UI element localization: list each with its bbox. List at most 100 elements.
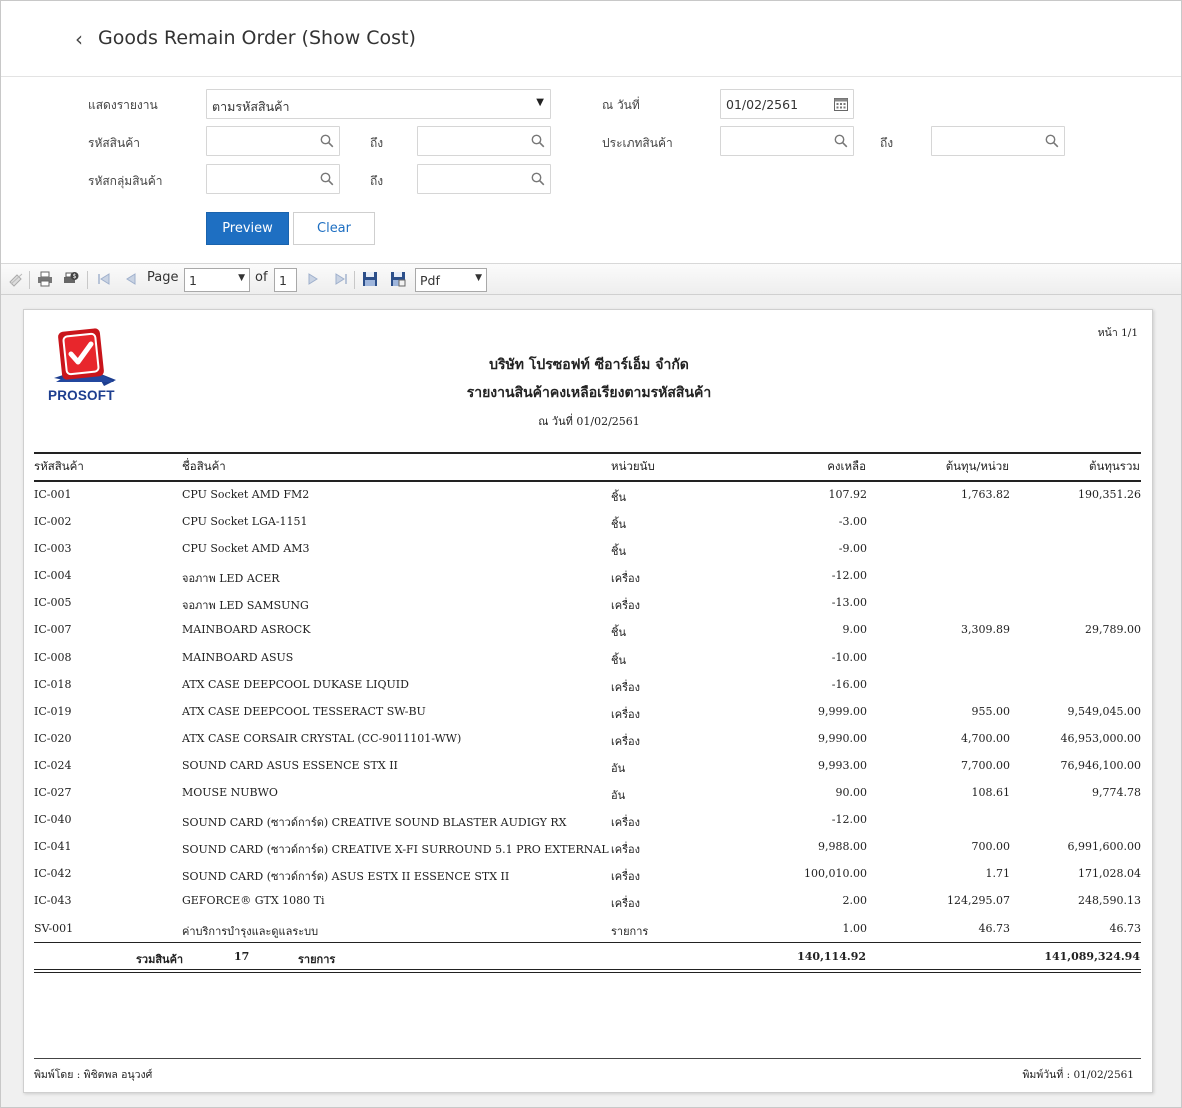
summary-count: 17: [234, 950, 250, 963]
export-format-select[interactable]: Pdf ▼: [415, 268, 487, 292]
cell-code: IC-040: [34, 813, 72, 827]
report-rows: IC-001 CPU Socket AMD FM2 ชิ้น 107.92 1,763.…: [34, 482, 1141, 943]
next-page-icon[interactable]: [305, 271, 321, 287]
print-layout-icon[interactable]: $: [63, 271, 79, 287]
cell-name: SOUND CARD ASUS ESSENCE STX II: [182, 758, 398, 772]
cell-code: IC-008: [34, 650, 72, 664]
table-row: IC-020 ATX CASE CORSAIR CRYSTAL (CC-90111…: [34, 726, 1141, 753]
cell-unit: เครื่อง: [611, 816, 641, 830]
cell-name: GEFORCE® GTX 1080 Ti: [182, 894, 325, 908]
cell-code: IC-041: [34, 840, 72, 854]
col-header-name: ชื่อสินค้า: [182, 459, 226, 473]
clear-button[interactable]: Clear: [293, 212, 375, 245]
printed-date: พิมพ์วันที่ : 01/02/2561: [1022, 1069, 1135, 1081]
cell-remain: 9.00: [842, 623, 868, 637]
search-icon[interactable]: [320, 134, 334, 148]
summary-rule-bottom-1: [34, 969, 1141, 970]
cell-remain: 9,990.00: [818, 731, 867, 745]
search-icon[interactable]: [531, 134, 545, 148]
cell-code: IC-007: [34, 623, 72, 637]
header-rule-top: [34, 452, 1141, 454]
cell-unit-cost: 3,309.89: [961, 623, 1010, 637]
cell-total-cost: 190,351.26: [1078, 488, 1141, 501]
previous-page-icon[interactable]: [123, 271, 139, 287]
caret-down-icon: ▼: [475, 273, 482, 283]
cell-code: IC-027: [34, 786, 72, 800]
product-group-from-input[interactable]: [206, 164, 340, 194]
cell-total-cost: 29,789.00: [1085, 623, 1141, 637]
page-number-select[interactable]: 1 ▼: [184, 268, 250, 292]
product-code-to-label: ถึง: [370, 136, 384, 150]
cell-code: SV-001: [34, 921, 74, 935]
last-page-icon[interactable]: [333, 271, 349, 287]
page-title: Goods Remain Order (Show Cost): [98, 27, 416, 49]
cell-code: IC-020: [34, 731, 72, 745]
cell-name: SOUND CARD (ซาวด์การ์ด) CREATIVE SOUND B…: [182, 816, 567, 830]
save-icon[interactable]: [362, 271, 378, 287]
first-page-icon[interactable]: [96, 271, 112, 287]
table-row: IC-041 SOUND CARD (ซาวด์การ์ด) CREATIVE X…: [34, 834, 1141, 861]
search-icon[interactable]: [834, 134, 848, 148]
export-icon[interactable]: [390, 271, 406, 287]
cell-remain: -10.00: [831, 650, 867, 664]
cell-unit-cost: 1.71: [985, 867, 1011, 881]
toolbar-separator: [354, 271, 355, 289]
cell-unit: เครื่อง: [611, 897, 641, 911]
cell-name: จอภาพ LED ACER: [182, 572, 280, 586]
as-of-date-field[interactable]: 01/02/2561: [720, 89, 854, 119]
chevron-left-icon[interactable]: ‹: [75, 27, 83, 51]
as-of-date-label: ณ วันที่: [602, 98, 640, 112]
cell-unit: อัน: [611, 761, 626, 775]
product-group-to-input[interactable]: [417, 164, 551, 194]
cell-total-cost: 76,946,100.00: [1060, 758, 1141, 772]
cell-unit-cost: 4,700.00: [961, 731, 1010, 745]
product-type-from-input[interactable]: [720, 126, 854, 156]
cell-name: ค่าบริการบำรุงและดูแลระบบ: [182, 924, 319, 938]
cell-total-cost: 171,028.04: [1078, 867, 1141, 881]
cell-remain: 100,010.00: [804, 867, 867, 881]
cell-name: CPU Socket AMD AM3: [182, 542, 310, 556]
cell-unit-cost: 955.00: [971, 704, 1011, 718]
search-icon[interactable]: [531, 172, 545, 186]
cell-remain: -12.00: [831, 569, 867, 583]
product-code-from-input[interactable]: [206, 126, 340, 156]
product-code-to-input[interactable]: [417, 126, 551, 156]
cell-remain: 107.92: [828, 488, 868, 501]
report-viewer[interactable]: PROSOFT หน้า 1/1 บริษัท โปรซอฟท์ ซีอาร์เ…: [1, 295, 1181, 1107]
cell-name: จอภาพ LED SAMSUNG: [182, 599, 309, 613]
table-row: IC-001 CPU Socket AMD FM2 ชิ้น 107.92 1,763.…: [34, 482, 1141, 509]
table-row: IC-027 MOUSE NUBWO อัน 90.00 108.61 9,774.78: [34, 780, 1141, 807]
table-row: IC-003 CPU Socket AMD AM3 ชิ้น -9.00: [34, 536, 1141, 563]
product-group-to-label: ถึง: [370, 174, 384, 188]
company-name: บริษัท โปรซอฟท์ ซีอาร์เอ็ม จำกัด: [489, 357, 689, 373]
total-pages-value: 1: [279, 273, 287, 288]
cell-total-cost: 46.73: [1109, 921, 1142, 935]
cell-name: SOUND CARD (ซาวด์การ์ด) ASUS ESTX II ESS…: [182, 870, 510, 884]
caret-down-icon: ▼: [238, 273, 245, 283]
toolbar-separator: [87, 271, 88, 289]
cell-remain: -12.00: [831, 813, 867, 827]
product-type-to-input[interactable]: [931, 126, 1065, 156]
cell-unit: เครื่อง: [611, 680, 641, 694]
parameters-icon[interactable]: [8, 271, 24, 287]
search-icon[interactable]: [320, 172, 334, 186]
cell-code: IC-003: [34, 542, 72, 556]
cell-unit: ชิ้น: [611, 518, 626, 532]
print-icon[interactable]: [37, 271, 53, 287]
cell-unit-cost: 124,295.07: [947, 894, 1010, 908]
show-report-select[interactable]: ตามรหัสสินค้า ▼: [206, 89, 551, 119]
cell-unit-cost: 108.61: [971, 786, 1011, 800]
cell-unit: เครื่อง: [611, 572, 641, 586]
cell-remain: 2.00: [842, 894, 868, 908]
report-page: PROSOFT หน้า 1/1 บริษัท โปรซอฟท์ ซีอาร์เ…: [23, 309, 1153, 1093]
cell-remain: 9,999.00: [818, 704, 867, 718]
search-icon[interactable]: [1045, 134, 1059, 148]
cell-total-cost: 9,549,045.00: [1067, 704, 1141, 718]
table-row: IC-004 จอภาพ LED ACER เครื่อง -12.00: [34, 563, 1141, 590]
calendar-icon[interactable]: [833, 96, 849, 112]
preview-button[interactable]: Preview: [206, 212, 289, 245]
cell-unit: ชิ้น: [611, 491, 626, 504]
report-toolbar: $ Page 1 ▼ of 1 Pdf ▼: [1, 263, 1181, 295]
cell-code: IC-043: [34, 894, 72, 908]
summary-rule-top: [34, 942, 1141, 943]
